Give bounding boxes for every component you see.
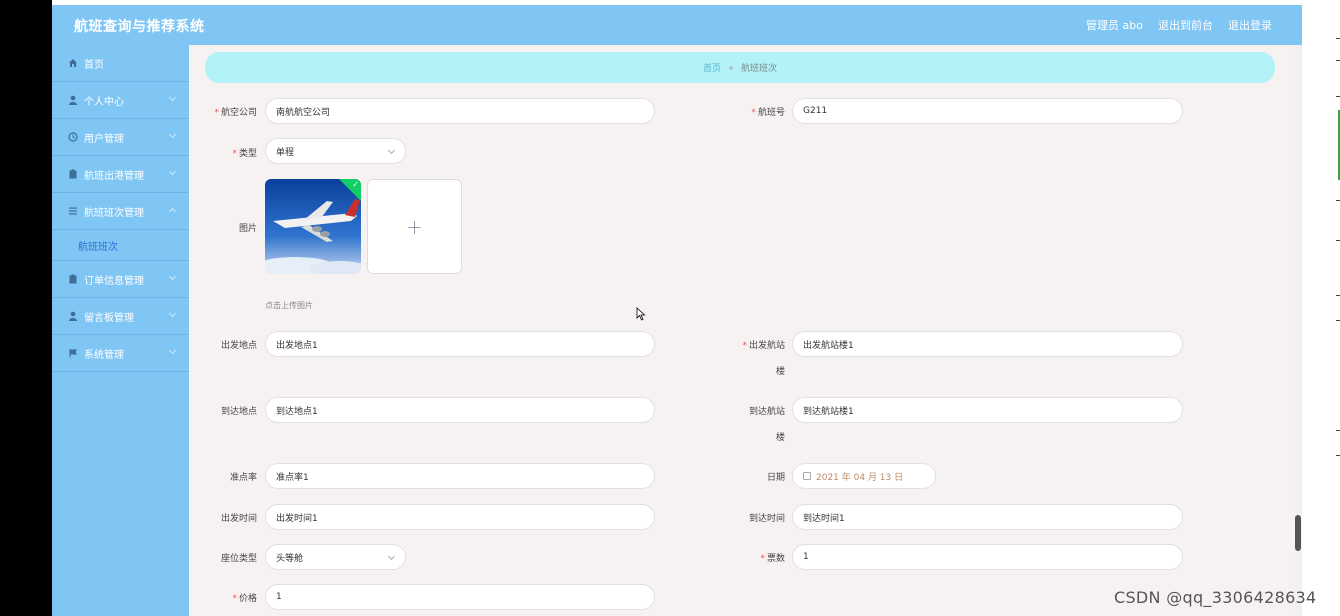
clock-icon (68, 132, 78, 142)
depart-terminal-field[interactable]: 出发航站楼1 (792, 331, 1183, 357)
arrive-place-label: 到达地点 (220, 407, 257, 417)
chevron-down-icon (168, 272, 177, 281)
flag-icon (68, 348, 78, 358)
arrive-time-field[interactable]: 到达时间1 (792, 504, 1183, 530)
flight-no-label: * 航班号 (751, 108, 785, 118)
chevron-down-icon (168, 93, 177, 102)
breadcrumb: 首页 航班班次 (205, 52, 1275, 83)
sidebar-item-user-management[interactable]: 用户管理 (52, 119, 189, 156)
tickets-label: * 票数 (760, 554, 785, 564)
chevron-down-icon (387, 552, 396, 561)
list-icon (68, 206, 78, 216)
plus-icon: + (406, 214, 423, 239)
date-label: 日期 (766, 473, 785, 483)
date-picker[interactable]: 2021 年 04 月 13 日 (792, 463, 936, 489)
screen-left-border (0, 0, 52, 616)
depart-time-label: 出发时间 (220, 514, 257, 524)
sidebar-item-departure-management[interactable]: 航班出港管理 (52, 156, 189, 193)
arrive-place-field[interactable]: 到达地点1 (265, 397, 655, 423)
chevron-down-icon (168, 309, 177, 318)
calendar-icon (803, 472, 811, 480)
seat-type-select[interactable]: 头等舱 (265, 544, 406, 570)
arrive-time-label: 到达时间 (748, 514, 785, 524)
user-icon (68, 95, 78, 105)
depart-place-label: 出发地点 (220, 341, 257, 351)
chevron-down-icon (168, 167, 177, 176)
image-label: 图片 (238, 224, 257, 234)
depart-place-field[interactable]: 出发地点1 (265, 331, 655, 357)
depart-terminal-label-line2: 楼 (775, 367, 785, 377)
chevron-down-icon (168, 346, 177, 355)
seat-type-value: 头等舱 (276, 553, 304, 564)
mouse-cursor-icon (636, 307, 646, 321)
main-content: 首页 航班班次 * 航空公司 南航航空公司 * 航班号 G211 * 类型 单程 图片 (189, 45, 1294, 616)
breadcrumb-home[interactable]: 首页 (703, 61, 721, 74)
breadcrumb-current: 航班班次 (741, 64, 778, 74)
sidebar-item-label: 留言板管理 (84, 312, 134, 324)
type-select-value: 单程 (276, 147, 295, 158)
upload-success-badge: ✓ (339, 179, 361, 201)
image-upload-button[interactable]: + (367, 179, 462, 274)
airline-field[interactable]: 南航航空公司 (265, 98, 655, 124)
sidebar-item-flight-schedule-management[interactable]: 航班班次管理 (52, 193, 189, 230)
screen-right-border (1302, 0, 1340, 616)
sidebar-item-label: 个人中心 (84, 96, 124, 108)
date-value: 2021 年 04 月 13 日 (816, 472, 904, 483)
sidebar-item-message-board[interactable]: 留言板管理 (52, 298, 189, 335)
arrive-terminal-label-line2: 楼 (775, 433, 785, 443)
price-label: * 价格 (232, 594, 257, 604)
check-icon: ✓ (352, 180, 359, 189)
scrollbar-thumb[interactable] (1295, 515, 1301, 551)
chevron-down-icon (387, 146, 396, 155)
price-field[interactable]: 1 (265, 584, 655, 610)
sidebar-item-label: 用户管理 (84, 133, 124, 145)
breadcrumb-separator (729, 65, 733, 70)
exit-to-front-link[interactable]: 退出到前台 (1158, 17, 1213, 33)
clipboard-icon (68, 274, 78, 284)
airline-label: * 航空公司 (214, 108, 257, 118)
depart-time-field[interactable]: 出发时间1 (265, 504, 655, 530)
type-select[interactable]: 单程 (265, 138, 406, 164)
upload-hint: 点击上传图片 (265, 301, 313, 310)
chevron-up-icon (168, 207, 177, 216)
sidebar-item-label: 订单信息管理 (84, 275, 144, 287)
sidebar-item-order-management[interactable]: 订单信息管理 (52, 261, 189, 298)
header-links: 管理员 abo 退出到前台 退出登录 (1086, 17, 1272, 33)
vertical-scrollbar[interactable] (1294, 45, 1302, 616)
sidebar-subitem-flight-schedule[interactable]: 航班班次 (52, 230, 189, 261)
app-header: 航班查询与推荐系统 管理员 abo 退出到前台 退出登录 (52, 5, 1302, 45)
on-time-rate-field[interactable]: 准点率1 (265, 463, 655, 489)
admin-user-link[interactable]: 管理员 abo (1086, 17, 1143, 33)
on-time-rate-label: 准点率 (229, 473, 257, 483)
uploaded-airplane-image[interactable]: ✓ (265, 179, 361, 274)
arrive-terminal-field[interactable]: 到达航站楼1 (792, 397, 1183, 423)
chevron-down-icon (168, 130, 177, 139)
sidebar-item-label: 首页 (84, 59, 104, 71)
sidebar-item-label: 系统管理 (84, 349, 124, 361)
arrive-terminal-label: 到达航站 (748, 407, 785, 417)
sidebar-item-system-management[interactable]: 系统管理 (52, 335, 189, 372)
watermark: CSDN @qq_3306428634 (1114, 588, 1317, 607)
sidebar-item-personal-center[interactable]: 个人中心 (52, 82, 189, 119)
app-title: 航班查询与推荐系统 (74, 19, 205, 35)
user-icon (68, 311, 78, 321)
flight-no-field[interactable]: G211 (792, 98, 1183, 124)
clipboard-icon (68, 169, 78, 179)
type-label: * 类型 (232, 149, 257, 159)
home-icon (68, 58, 78, 68)
seat-type-label: 座位类型 (220, 554, 257, 564)
sidebar-item-label: 航班班次管理 (84, 207, 144, 219)
sidebar: 首页 个人中心 用户管理 航班出港管理 航班班次管理 航班班次 订单信息管理 留… (52, 45, 189, 616)
sidebar-item-label: 航班出港管理 (84, 170, 144, 182)
tickets-field[interactable]: 1 (792, 544, 1183, 570)
depart-terminal-label: * 出发航站 (742, 341, 785, 351)
logout-link[interactable]: 退出登录 (1228, 17, 1272, 33)
sidebar-item-home[interactable]: 首页 (52, 45, 189, 82)
